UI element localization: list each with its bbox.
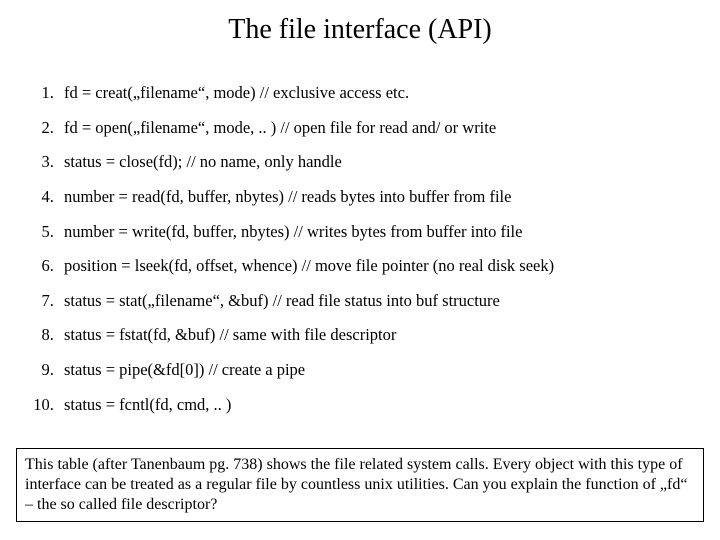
list-item-text: status = fcntl(fd, cmd, .. ): [64, 395, 231, 414]
list-item: fd = open(„filename“, mode, .. ) // open…: [58, 111, 698, 146]
list-item-text: status = fstat(fd, &buf) // same with fi…: [64, 325, 396, 344]
list-item-text: fd = creat(„filename“, mode) // exclusiv…: [64, 83, 409, 102]
list-item-text: status = close(fd); // no name, only han…: [64, 152, 342, 171]
list-item-text: status = pipe(&fd[0]) // create a pipe: [64, 360, 305, 379]
list-item: status = close(fd); // no name, only han…: [58, 145, 698, 180]
list-item-text: status = stat(„filename“, &buf) // read …: [64, 291, 500, 310]
footnote-text: This table (after Tanenbaum pg. 738) sho…: [25, 456, 687, 513]
list-item: status = fstat(fd, &buf) // same with fi…: [58, 318, 698, 353]
list-item: number = read(fd, buffer, nbytes) // rea…: [58, 180, 698, 215]
list-item: position = lseek(fd, offset, whence) // …: [58, 249, 698, 284]
list-item-text: position = lseek(fd, offset, whence) // …: [64, 256, 554, 275]
list-item: status = pipe(&fd[0]) // create a pipe: [58, 353, 698, 388]
list-item: number = write(fd, buffer, nbytes) // wr…: [58, 215, 698, 250]
list-item: status = stat(„filename“, &buf) // read …: [58, 284, 698, 319]
list-item: fd = creat(„filename“, mode) // exclusiv…: [58, 76, 698, 111]
footnote-box: This table (after Tanenbaum pg. 738) sho…: [16, 448, 704, 522]
list-item-text: fd = open(„filename“, mode, .. ) // open…: [64, 118, 496, 137]
api-list: fd = creat(„filename“, mode) // exclusiv…: [30, 76, 698, 422]
list-item-text: number = write(fd, buffer, nbytes) // wr…: [64, 222, 522, 241]
list-item-text: number = read(fd, buffer, nbytes) // rea…: [64, 187, 511, 206]
list-item: status = fcntl(fd, cmd, .. ): [58, 388, 698, 423]
page: The file interface (API) fd = creat(„fil…: [0, 0, 720, 540]
page-title: The file interface (API): [22, 14, 698, 46]
